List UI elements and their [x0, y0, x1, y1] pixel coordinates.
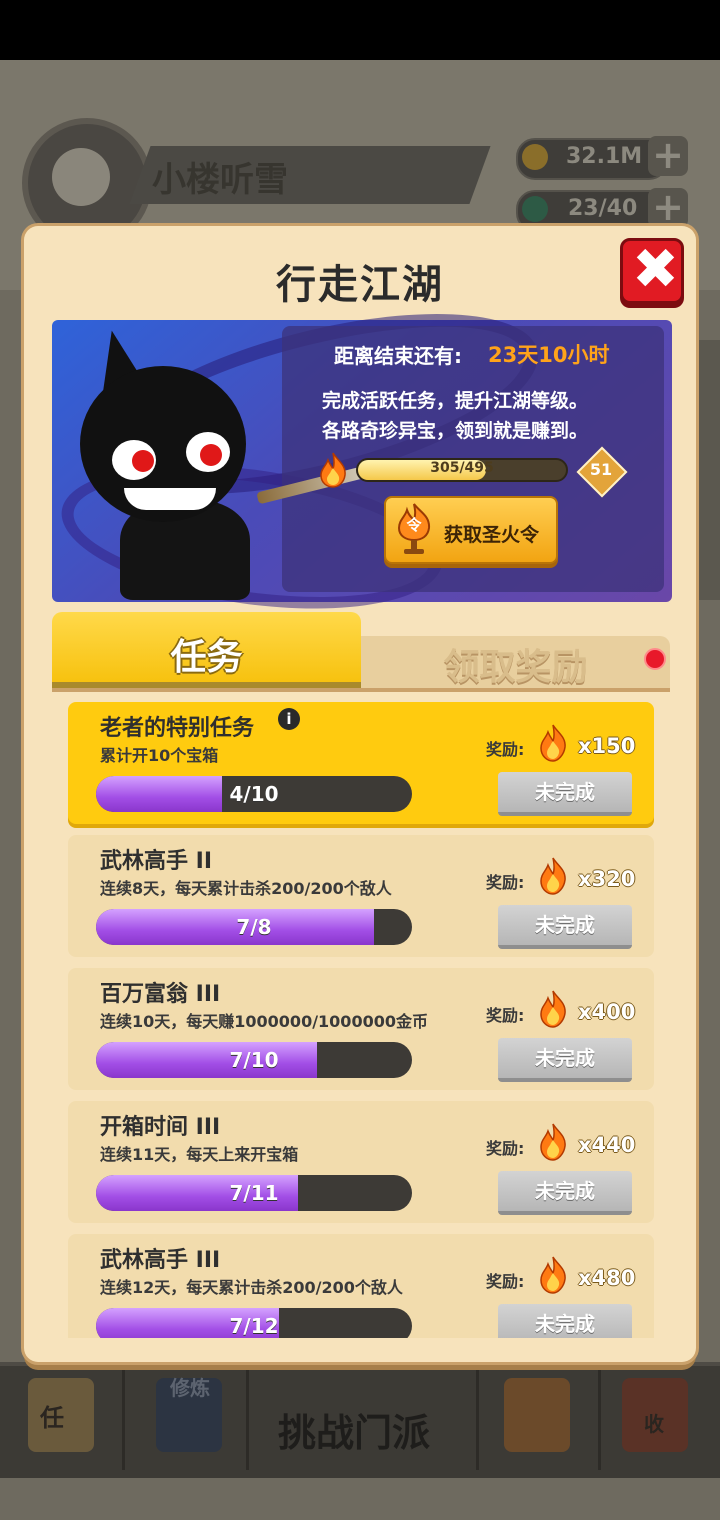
task-name: 老者的特别任务: [100, 716, 255, 741]
task-name: 武林高手 III: [100, 1248, 221, 1273]
event-description-line2: 各路奇珍异宝，领到就是赚到。: [322, 420, 589, 442]
task-description: 连续8天，每天累计击杀200/200个敌人: [100, 879, 392, 898]
coin-icon: [522, 144, 548, 170]
dialog-title: 行走江湖: [276, 262, 444, 308]
task-name: 百万富翁 III: [100, 982, 221, 1007]
task-card: 老者的特别任务 i 累计开10个宝箱 4/10 奖励: x150 未完成: [68, 702, 654, 824]
close-icon: ✖: [632, 237, 679, 302]
task-card: 武林高手 II 连续8天，每天累计击杀200/200个敌人 7/8 奖励: x320 未完…: [68, 835, 654, 957]
reward-label: 奖励:: [486, 1272, 525, 1291]
nav-challenge-label: 挑战门派: [278, 1411, 431, 1455]
incomplete-button[interactable]: 未完成: [498, 1304, 632, 1338]
reward-count: x400: [578, 1000, 636, 1024]
nav-task-icon-label: 任: [40, 1404, 64, 1432]
incomplete-button[interactable]: 未完成: [498, 1038, 632, 1082]
nav-collect-icon-label: 收: [644, 1412, 664, 1436]
task-description: 连续10天，每天赚1000000/1000000金币: [100, 1012, 428, 1031]
reward-label: 奖励:: [486, 1006, 525, 1025]
task-progress-text: 7/12: [229, 1314, 279, 1338]
add-energy-button[interactable]: +: [648, 188, 688, 228]
get-holy-fire-token-label: 获取圣火令: [444, 524, 540, 546]
token-icon-char: 令: [406, 516, 422, 534]
level-value: 51: [589, 460, 613, 479]
task-progress-bar: 7/10: [96, 1042, 412, 1078]
task-description: 累计开10个宝箱: [100, 746, 219, 765]
task-description: 连续11天，每天上来开宝箱: [100, 1145, 299, 1164]
helmet-icon: [504, 1378, 570, 1452]
ninja-pupil-right: [200, 444, 222, 466]
task-name: 武林高手 II: [100, 849, 213, 874]
task-progress-text: 7/11: [229, 1181, 279, 1205]
reward-count: x320: [578, 867, 636, 891]
coin-value: 32.1M: [566, 144, 643, 169]
tab-claim-rewards-label: 领取奖励: [443, 647, 588, 688]
energy-value: 23/40: [568, 196, 638, 221]
add-coin-button[interactable]: +: [648, 136, 688, 176]
event-description-line1: 完成活跃任务，提升江湖等级。: [322, 390, 589, 412]
countdown-value: 23天10小时: [488, 343, 610, 367]
task-progress-bar: 7/12: [96, 1308, 412, 1338]
flame-icon: [540, 990, 566, 1028]
countdown-label: 距离结束还有:: [334, 344, 462, 368]
player-name: 小楼听雪: [152, 160, 288, 200]
flame-icon: [320, 452, 346, 488]
task-card: 百万富翁 III 连续10天，每天赚1000000/1000000金币 7/10 奖励…: [68, 968, 654, 1090]
notification-dot: [644, 648, 666, 670]
task-list[interactable]: 老者的特别任务 i 累计开10个宝箱 4/10 奖励: x150 未完成 武林高手 II 连续8…: [52, 692, 672, 1338]
avatar-face-icon: [52, 148, 110, 206]
reward-count: x480: [578, 1266, 636, 1290]
ninja-pupil-left: [132, 450, 154, 472]
task-card: 武林高手 III 连续12天，每天累计击杀200/200个敌人 7/12 奖励: x48…: [68, 1234, 654, 1338]
reward-label: 奖励:: [486, 873, 525, 892]
task-name: 开箱时间 III: [100, 1115, 221, 1140]
task-progress-text: 7/10: [229, 1048, 279, 1072]
reward-count: x150: [578, 734, 636, 758]
reward-label: 奖励:: [486, 740, 525, 759]
incomplete-button[interactable]: 未完成: [498, 905, 632, 949]
flame-icon: [540, 1256, 566, 1294]
task-progress-text: 7/8: [236, 915, 272, 939]
flame-icon: [540, 724, 566, 762]
flame-icon: [540, 857, 566, 895]
status-bar: [0, 0, 720, 60]
level-progress-text: 305/495: [430, 460, 494, 476]
reward-label: 奖励:: [486, 1139, 525, 1158]
task-progress-bar: 7/8: [96, 909, 412, 945]
info-icon[interactable]: i: [278, 708, 300, 730]
incomplete-button[interactable]: 未完成: [498, 1171, 632, 1215]
ninja-grin: [124, 488, 216, 510]
task-progress-text: 4/10: [229, 782, 279, 806]
task-description: 连续12天，每天累计击杀200/200个敌人: [100, 1278, 403, 1297]
tab-tasks-label: 任务: [170, 637, 243, 678]
task-progress-bar: 4/10: [96, 776, 412, 812]
task-card: 开箱时间 III 连续11天，每天上来开宝箱 7/11 奖励: x440 未完成: [68, 1101, 654, 1223]
incomplete-button[interactable]: 未完成: [498, 772, 632, 816]
flame-icon: [540, 1123, 566, 1161]
reward-count: x440: [578, 1133, 636, 1157]
nav-train-icon-label: 修炼: [170, 1376, 210, 1400]
energy-gem-icon: [522, 196, 548, 222]
task-progress-bar: 7/11: [96, 1175, 412, 1211]
